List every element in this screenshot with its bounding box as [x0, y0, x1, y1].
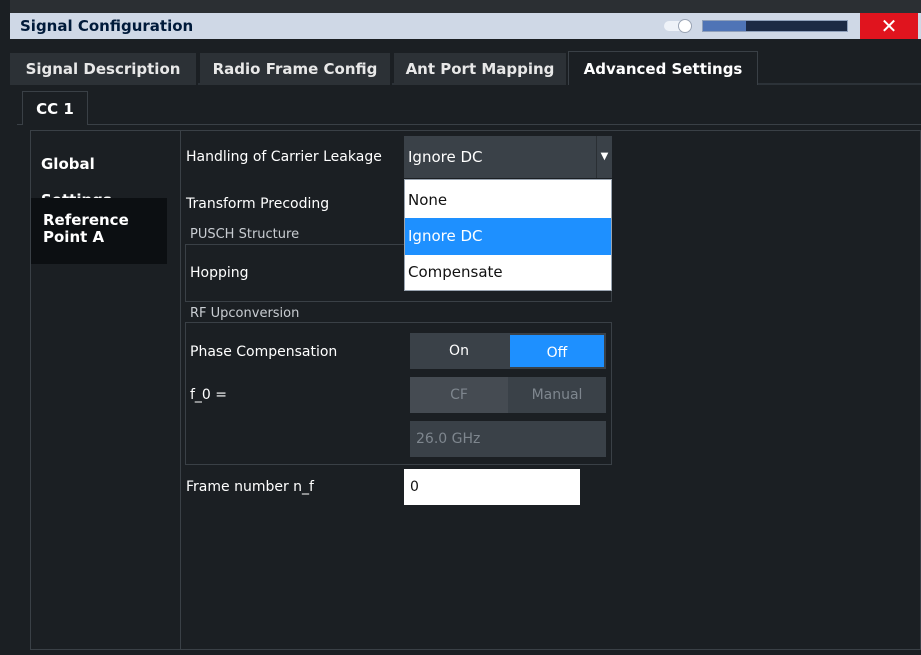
- tab-ant-port-mapping[interactable]: Ant Port Mapping: [394, 53, 568, 85]
- tab-label: Radio Frame Config: [212, 60, 378, 78]
- phase-off-button[interactable]: Off: [508, 333, 606, 369]
- tab-advanced-settings[interactable]: Advanced Settings: [568, 51, 758, 85]
- toggle-knob-icon: [678, 19, 692, 33]
- nav-reference-point-a[interactable]: Reference Point A: [31, 198, 167, 264]
- phase-on-button[interactable]: On: [410, 333, 508, 369]
- f0-frequency-field[interactable]: 26.0 GHz: [410, 421, 606, 457]
- close-button[interactable]: ✕: [860, 13, 918, 39]
- tab-label: Advanced Settings: [583, 60, 743, 78]
- slider-fill: [703, 21, 747, 31]
- pusch-section-title: PUSCH Structure: [190, 227, 300, 242]
- rf-section-title: RF Upconversion: [190, 306, 300, 321]
- carrier-leakage-options: None Ignore DC Compensate: [404, 179, 612, 291]
- dropdown-option-none[interactable]: None: [405, 182, 611, 219]
- hopping-label: Hopping: [190, 265, 249, 281]
- close-icon: ✕: [880, 14, 898, 38]
- f0-cf-button[interactable]: CF: [410, 377, 508, 413]
- main-tabs: Signal Description Radio Frame Config An…: [10, 51, 921, 85]
- carrier-leakage-label: Handling of Carrier Leakage: [186, 149, 382, 165]
- transform-precoding-label: Transform Precoding: [186, 196, 330, 212]
- dropdown-option-compensate[interactable]: Compensate: [405, 254, 611, 291]
- nav-label-line2: Point A: [43, 228, 105, 246]
- tab-radio-frame-config[interactable]: Radio Frame Config: [200, 53, 392, 85]
- chevron-down-icon: ▼: [596, 136, 612, 178]
- f0-label: f_0 =: [190, 387, 228, 403]
- dropdown-value: Ignore DC: [408, 148, 483, 166]
- tab-cc1[interactable]: CC 1: [22, 91, 88, 125]
- transparency-slider[interactable]: [702, 20, 848, 32]
- window-title: Signal Configuration: [20, 17, 194, 35]
- tab-label: Signal Description: [25, 60, 181, 78]
- tab-signal-description[interactable]: Signal Description: [10, 53, 198, 85]
- frame-number-input[interactable]: 0: [404, 469, 580, 505]
- window-top-strip: [10, 0, 921, 13]
- toggle-switch[interactable]: [664, 19, 696, 33]
- tab-label: Ant Port Mapping: [405, 60, 555, 78]
- nav-label-line1: Reference: [43, 211, 129, 229]
- tab-label: CC 1: [36, 100, 74, 118]
- carrier-leakage-dropdown[interactable]: Ignore DC ▼: [404, 136, 612, 178]
- window-titlebar: Signal Configuration ✕: [10, 0, 921, 39]
- frame-number-label: Frame number n_f: [186, 479, 314, 495]
- dropdown-option-ignore-dc[interactable]: Ignore DC: [405, 218, 611, 255]
- carrier-tabs: CC 1: [17, 91, 921, 125]
- nav-global-settings[interactable]: Global Settings: [31, 146, 167, 209]
- phase-compensation-label: Phase Compensation: [190, 344, 338, 360]
- f0-manual-button[interactable]: Manual: [508, 377, 606, 413]
